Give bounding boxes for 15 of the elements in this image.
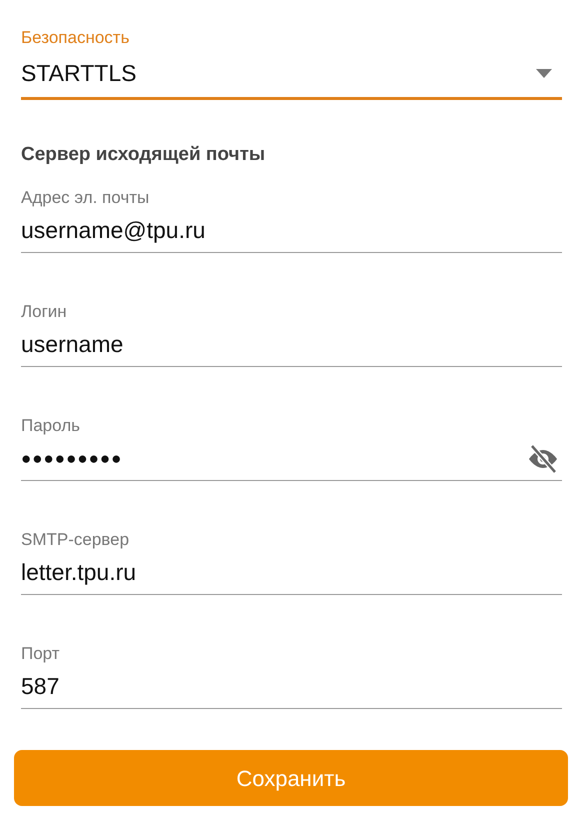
input-field[interactable]: username — [21, 323, 562, 367]
caret-icon — [536, 68, 552, 78]
field-label: Логин — [21, 301, 67, 323]
field-label: Порт — [21, 643, 60, 665]
input-field[interactable]: letter.tpu.ru — [21, 551, 562, 595]
field-label: Адрес эл. почты — [21, 187, 150, 209]
section-heading: Сервер исходящей почты — [21, 143, 266, 167]
input-field[interactable]: username@tpu.ru — [21, 209, 562, 253]
field-label: Пароль — [21, 415, 80, 437]
password-field[interactable]: ●●●●●●●●● — [21, 437, 562, 481]
field-label: SMTP-сервер — [21, 529, 130, 551]
field-label: Безопасность — [21, 27, 130, 49]
security-dropdown[interactable]: Безопасность STARTTLS — [21, 27, 562, 100]
input-field[interactable]: 587 — [21, 665, 562, 709]
eye-off-icon[interactable] — [526, 444, 560, 472]
